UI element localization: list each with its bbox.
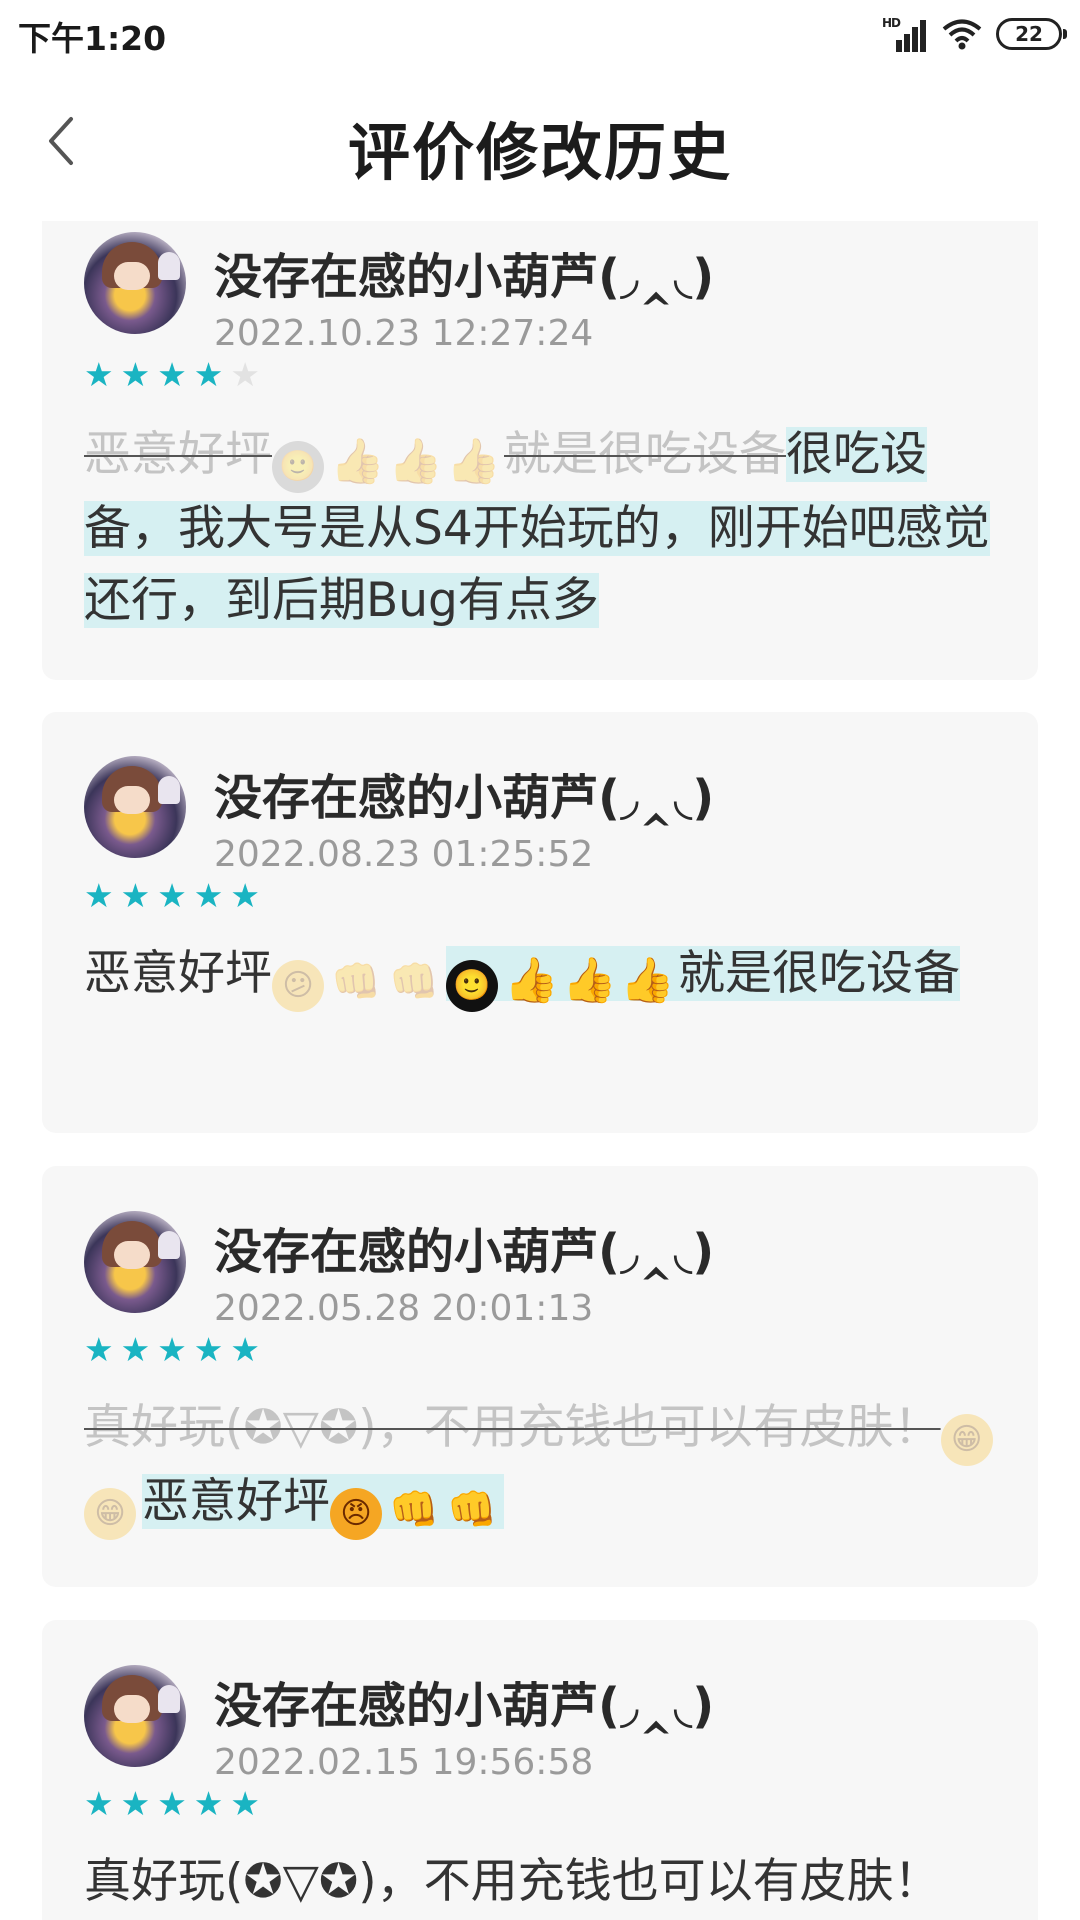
deleted-segment: 恶意好坪 🙂 👍👍👍就是很吃设备 xyxy=(84,427,786,493)
thumbs-up-icon: 👍 xyxy=(446,436,501,487)
star-empty-icon: ★ xyxy=(230,355,260,394)
star-icon: ★ xyxy=(157,876,187,915)
review-text: 恶意好坪 😕 👊 👊 🙂 👍👍👍就是很吃设备 xyxy=(84,938,1004,1012)
review-history-list[interactable]: 没存在感的小葫芦(◞‸◟) 2022.10.23 12:27:24 ★ ★ ★ … xyxy=(0,221,1080,1920)
thumbs-up-icon: 👍 xyxy=(330,436,385,487)
fist-icon: 👊 xyxy=(389,959,439,1005)
timestamp: 2022.08.23 01:25:52 xyxy=(214,834,594,875)
fist-icon: 👊 xyxy=(447,1487,497,1533)
username: 没存在感的小葫芦(◞‸◟) xyxy=(214,770,715,826)
timestamp: 2022.02.15 19:56:58 xyxy=(214,1742,594,1783)
star-icon: ★ xyxy=(84,1330,114,1369)
fist-icon: 👊 xyxy=(331,959,381,1005)
star-icon: ★ xyxy=(84,1784,114,1823)
username: 没存在感的小葫芦(◞‸◟) xyxy=(214,249,715,305)
avatar[interactable] xyxy=(84,1665,186,1767)
star-icon: ★ xyxy=(193,876,224,915)
slight-smile-icon: 🙂 xyxy=(272,441,324,493)
star-icon: ★ xyxy=(157,1784,187,1823)
network-type-label: HD xyxy=(882,16,901,30)
slight-smile-icon: 🙂 xyxy=(446,960,498,1012)
fist-icon: 👊 xyxy=(389,1487,439,1533)
star-icon: ★ xyxy=(193,355,224,394)
star-icon: ★ xyxy=(157,1330,187,1369)
review-text: 恶意好坪 🙂 👍👍👍就是很吃设备很吃设备，我大号是从S4开始玩的，刚开始吧感觉还行，… xyxy=(84,419,1004,637)
angry-face-icon: 😠 xyxy=(330,1488,382,1540)
star-icon: ★ xyxy=(193,1330,224,1369)
avatar[interactable] xyxy=(84,232,186,334)
star-icon: ★ xyxy=(120,355,151,394)
added-segment: 恶意好坪 😠 👊 👊 xyxy=(142,1474,504,1540)
status-time: 下午1:20 xyxy=(18,19,167,58)
signal-icon: HD xyxy=(882,16,928,52)
username: 没存在感的小葫芦(◞‸◟) xyxy=(214,1678,715,1734)
star-icon: ★ xyxy=(120,876,151,915)
header: 评价修改历史 xyxy=(0,66,1080,216)
star-rating: ★ ★ ★ ★ ★ xyxy=(84,878,260,914)
battery-icon: 22 xyxy=(996,18,1067,50)
added-segment: 🙂 👍👍👍就是很吃设备 xyxy=(446,946,960,1012)
wifi-icon xyxy=(942,19,982,50)
thumbs-up-icon: 👍 xyxy=(388,436,443,487)
star-rating: ★ ★ ★ ★ ★ xyxy=(84,1332,260,1368)
status-icons: HD 22 xyxy=(882,14,1067,54)
thumbs-up-icon: 👍 xyxy=(620,955,675,1006)
review-card: 没存在感的小葫芦(◞‸◟) 2022.08.23 01:25:52 ★ ★ ★ … xyxy=(42,712,1038,1133)
star-rating: ★ ★ ★ ★ ★ xyxy=(84,1786,260,1822)
username: 没存在感的小葫芦(◞‸◟) xyxy=(214,1224,715,1280)
avatar[interactable] xyxy=(84,1211,186,1313)
confused-face-icon: 😕 xyxy=(272,960,324,1012)
star-icon: ★ xyxy=(84,355,114,394)
star-icon: ★ xyxy=(84,876,114,915)
star-icon: ★ xyxy=(120,1784,151,1823)
review-card: 没存在感的小葫芦(◞‸◟) 2022.05.28 20:01:13 ★ ★ ★ … xyxy=(42,1166,1038,1587)
review-text: 真好玩(✪▽✪)，不用充钱也可以有皮肤！ 😁😁 恶意好坪 😠 👊 👊 xyxy=(84,1392,1004,1540)
thumbs-up-icon: 👍 xyxy=(562,955,617,1006)
star-icon: ★ xyxy=(193,1784,224,1823)
star-icon: ★ xyxy=(230,876,260,915)
star-icon: ★ xyxy=(230,1330,260,1369)
star-icon: ★ xyxy=(230,1784,260,1823)
battery-level: 22 xyxy=(1015,22,1043,46)
status-bar: 下午1:20 HD 22 xyxy=(0,0,1080,66)
thumbs-up-icon: 👍 xyxy=(504,955,559,1006)
star-icon: ★ xyxy=(120,1330,151,1369)
avatar[interactable] xyxy=(84,756,186,858)
star-rating: ★ ★ ★ ★ ★ xyxy=(84,357,260,393)
review-history-page: 下午1:20 HD 22 评价修改历史 没存在感的小葫芦(◞‸◟) 2022.1… xyxy=(0,0,1080,1920)
timestamp: 2022.05.28 20:01:13 xyxy=(214,1288,594,1329)
deleted-segment: 😕 👊 👊 xyxy=(272,946,446,1012)
review-text: 真好玩(✪▽✪)，不用充钱也可以有皮肤！ xyxy=(84,1846,1004,1918)
timestamp: 2022.10.23 12:27:24 xyxy=(214,313,594,354)
star-icon: ★ xyxy=(157,355,187,394)
grinning-face-icon: 😁 xyxy=(940,1414,993,1466)
unchanged-segment: 真好玩(✪▽✪)，不用充钱也可以有皮肤！ xyxy=(84,1854,941,1909)
review-card: 没存在感的小葫芦(◞‸◟) 2022.02.15 19:56:58 ★ ★ ★ … xyxy=(42,1620,1038,1920)
grinning-face-icon: 😁 xyxy=(84,1488,136,1540)
review-card: 没存在感的小葫芦(◞‸◟) 2022.10.23 12:27:24 ★ ★ ★ … xyxy=(42,221,1038,680)
page-title: 评价修改历史 xyxy=(347,116,732,189)
unchanged-segment: 恶意好坪 xyxy=(84,946,272,1001)
